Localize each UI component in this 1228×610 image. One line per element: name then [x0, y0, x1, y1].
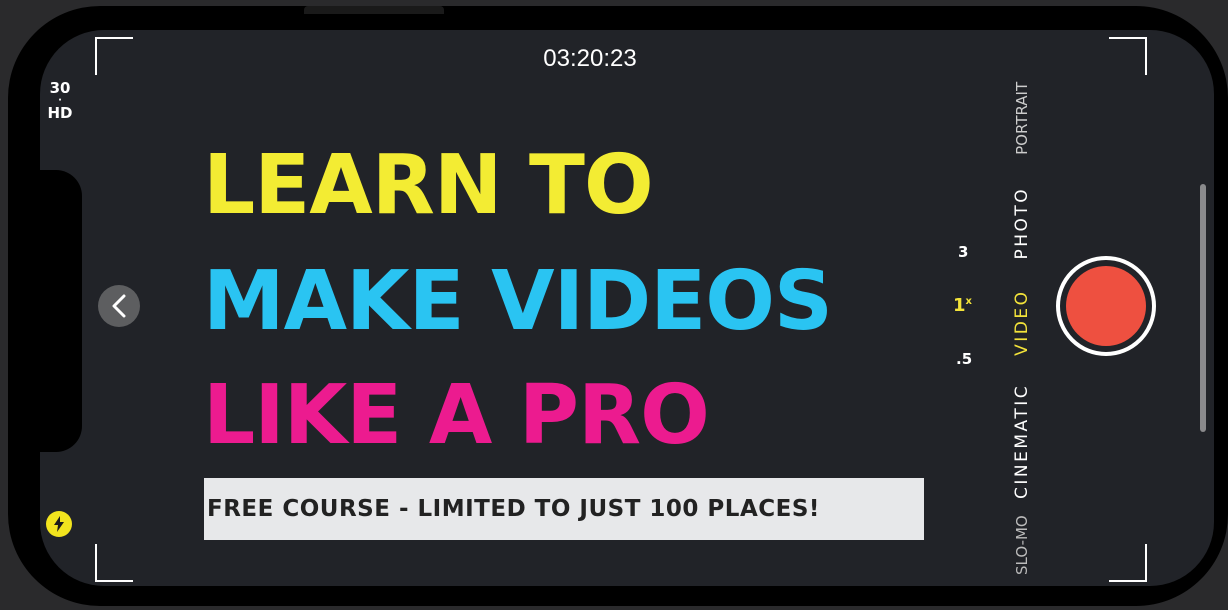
zoom-half-button[interactable]: .5	[956, 350, 972, 368]
frame-corner-top-right	[1109, 37, 1147, 75]
record-button[interactable]	[1056, 256, 1156, 356]
zoom-1x-label: 1	[953, 295, 966, 316]
headline-line-3: LIKE A PRO	[203, 368, 710, 463]
headline-line-2: MAKE VIDEOS	[203, 254, 833, 349]
zoom-suffix: x	[965, 296, 972, 307]
headline-line-1: LEARN TO	[203, 138, 654, 233]
zoom-3x-button[interactable]: 3	[958, 243, 968, 261]
resolution-label: HD	[47, 104, 73, 122]
recording-timer: 03:20:23	[543, 45, 637, 72]
zoom-1x-button[interactable]: 1x	[953, 295, 972, 316]
chevron-left-icon	[112, 294, 126, 318]
notch	[30, 170, 82, 452]
mode-photo[interactable]: PHOTO	[1012, 187, 1032, 260]
lightning-bolt-icon	[54, 516, 64, 532]
mode-video[interactable]: VIDEO	[1012, 290, 1032, 356]
side-button	[304, 6, 444, 14]
scrollbar[interactable]	[1200, 184, 1206, 432]
format-toggle[interactable]: 30 · HD	[40, 80, 80, 122]
mode-portrait[interactable]: PORTRAIT	[1013, 82, 1031, 155]
frame-corner-bottom-right	[1109, 544, 1147, 582]
promo-banner: FREE COURSE - LIMITED TO JUST 100 PLACES…	[204, 478, 924, 540]
back-button[interactable]	[98, 285, 140, 327]
mode-selector: SLO-MO CINEMATIC VIDEO PHOTO PORTRAIT	[1008, 35, 1036, 575]
frame-corner-top-left	[95, 37, 133, 75]
record-icon	[1066, 266, 1146, 346]
frame-corner-bottom-left	[95, 544, 133, 582]
mode-cinematic[interactable]: CINEMATIC	[1012, 384, 1032, 499]
promo-banner-text: FREE COURSE - LIMITED TO JUST 100 PLACES…	[207, 496, 820, 522]
mode-slomo[interactable]: SLO-MO	[1013, 513, 1031, 575]
flash-button[interactable]	[46, 511, 72, 537]
